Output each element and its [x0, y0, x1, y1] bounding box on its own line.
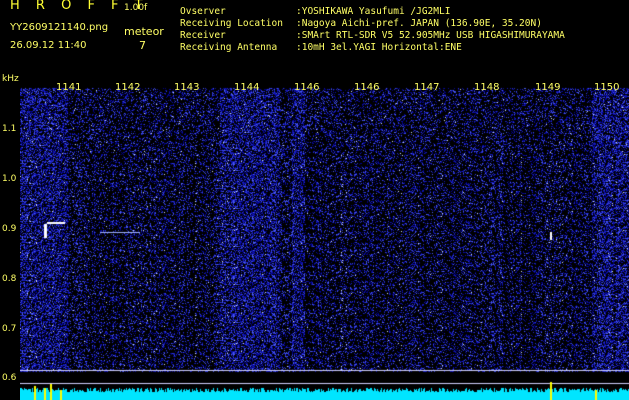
- info-receiver-key: Receiver: [180, 30, 226, 41]
- info-location-value: :Nagoya Aichi-pref. JAPAN (136.90E, 35.2…: [296, 18, 542, 29]
- x-tick-label: 1144: [234, 82, 260, 93]
- info-observer-value: :YOSHIKAWA Yasufumi /JG2MLI: [296, 6, 451, 17]
- x-tick-label: 1143: [174, 82, 200, 93]
- y-tick-label: 0.9: [2, 224, 17, 234]
- info-receiver-value: :SMArt RTL-SDR V5 52.905MHz USB HIGASHIM…: [296, 30, 565, 41]
- date-time: 26.09.12 11:40: [10, 40, 87, 51]
- x-tick-label: 1141: [56, 82, 82, 93]
- app-version: 1.00f: [124, 3, 148, 13]
- x-tick-label: 1146: [354, 82, 380, 93]
- y-tick-label: 1.0: [2, 174, 17, 184]
- y-tick-label: 1.1: [2, 124, 17, 134]
- y-tick-label: 0.8: [2, 274, 17, 284]
- x-tick-label: 1142: [115, 82, 141, 93]
- info-antenna-value: :10mH 3el.YAGI Horizontal:ENE: [296, 42, 462, 53]
- x-tick-label: 1150: [594, 82, 620, 93]
- info-observer-key: Ovserver: [180, 6, 226, 17]
- info-location-key: Receiving Location: [180, 18, 283, 29]
- file-name: YY2609121140.png: [10, 22, 109, 33]
- meteor-label: meteor: [124, 25, 164, 38]
- y-axis-unit-label: kHz: [2, 74, 19, 84]
- x-tick-label: 1146: [294, 82, 320, 93]
- x-tick-label: 1147: [414, 82, 440, 93]
- info-antenna-key: Receiving Antenna: [180, 42, 278, 53]
- x-tick-label: 1149: [535, 82, 561, 93]
- spectrogram-canvas: [20, 82, 629, 400]
- x-tick-label: 1148: [474, 82, 500, 93]
- y-tick-label: 0.6: [2, 373, 17, 383]
- meteor-count: 7: [139, 39, 146, 52]
- y-tick-label: 0.7: [2, 324, 17, 334]
